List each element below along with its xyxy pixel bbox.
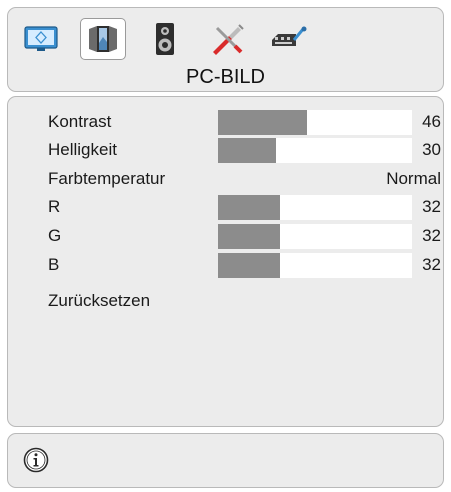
setting-value: 46 (422, 112, 441, 131)
setting-row-b[interactable]: B 32 (8, 252, 443, 278)
setting-label: Kontrast (48, 112, 112, 131)
monitor-icon (24, 26, 58, 51)
setting-value: 32 (422, 197, 441, 216)
source-icon (272, 26, 307, 46)
setting-label: B (48, 255, 60, 274)
level-bar-fill (218, 224, 281, 249)
setting-row-kontrast[interactable]: Kontrast 46 (8, 109, 443, 135)
picture-icon (89, 26, 117, 52)
setting-value: 30 (422, 140, 441, 159)
speaker-icon (156, 23, 174, 55)
info-panel (7, 433, 444, 488)
setting-label: Helligkeit (48, 140, 117, 159)
setting-value: 32 (422, 255, 441, 274)
setting-value: 32 (422, 226, 441, 245)
settings-panel: Kontrast 46 Helligkeit 30 Farbtemperatur… (7, 96, 444, 427)
level-bar[interactable] (218, 253, 412, 278)
setting-label: R (48, 197, 61, 216)
level-bar[interactable] (218, 138, 412, 163)
level-bar[interactable] (218, 110, 412, 135)
level-bar-fill (218, 138, 277, 163)
info-icon (23, 447, 49, 473)
level-bar-fill (218, 195, 281, 220)
setting-value: Normal (386, 169, 441, 188)
setting-row-helligkeit[interactable]: Helligkeit 30 (8, 137, 443, 163)
tab-picture[interactable] (80, 18, 126, 60)
tab-source[interactable] (266, 18, 312, 60)
tab-tools[interactable] (204, 18, 250, 60)
setting-label: Farbtemperatur (48, 169, 166, 188)
tools-icon (213, 24, 244, 55)
menu-header-panel: PC-BILD (7, 7, 444, 92)
menu-title: PC-BILD (186, 66, 265, 88)
level-bar[interactable] (218, 195, 412, 220)
setting-row-farbtemperatur[interactable]: Farbtemperatur Normal (8, 166, 443, 192)
setting-label: G (48, 226, 62, 245)
tab-monitor[interactable] (18, 18, 64, 60)
level-bar-fill (218, 110, 308, 135)
setting-row-zuruecksetzen[interactable]: Zurücksetzen (8, 288, 443, 314)
level-bar[interactable] (218, 224, 412, 249)
level-bar-fill (218, 253, 281, 278)
setting-row-r[interactable]: R 32 (8, 194, 443, 220)
tab-sound[interactable] (142, 18, 188, 60)
setting-row-g[interactable]: G 32 (8, 223, 443, 249)
setting-label: Zurücksetzen (48, 291, 151, 310)
